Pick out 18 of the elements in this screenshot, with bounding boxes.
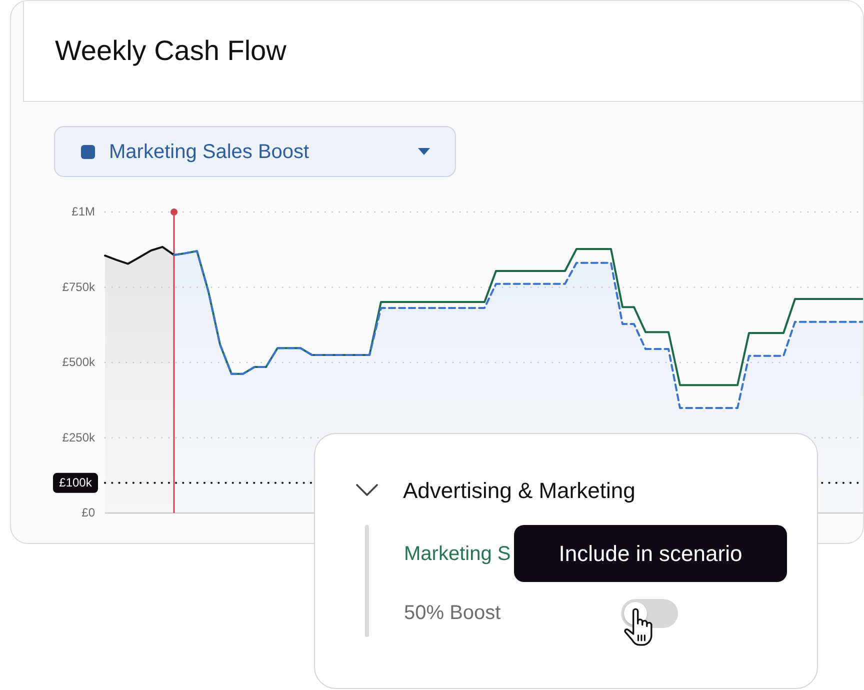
- tooltip: Include in scenario: [514, 525, 787, 582]
- axis-tick-label: £750k: [62, 280, 95, 294]
- threshold-badge: £100k: [53, 472, 98, 493]
- caret-down-icon: [418, 148, 430, 155]
- axis-tick-label: £0: [82, 506, 95, 520]
- option-label: 50% Boost: [404, 601, 502, 626]
- swatch-icon: [81, 144, 95, 158]
- scenario-dropdown[interactable]: Marketing Sales Boost: [54, 126, 456, 177]
- category-title: Advertising & Marketing: [403, 476, 636, 505]
- axis-tick-label: £250k: [62, 430, 95, 444]
- y-tick-label: £100k: [59, 476, 93, 490]
- card-title: Weekly Cash Flow: [55, 34, 286, 68]
- chevron-down-icon[interactable]: [356, 484, 378, 496]
- scenario-name[interactable]: Marketing S: [404, 539, 511, 569]
- hand-cursor-icon: [623, 608, 654, 647]
- axis-tick-label: £1M: [72, 204, 95, 219]
- marker-dot: [170, 208, 178, 216]
- axis-tick-label: £500k: [62, 355, 95, 370]
